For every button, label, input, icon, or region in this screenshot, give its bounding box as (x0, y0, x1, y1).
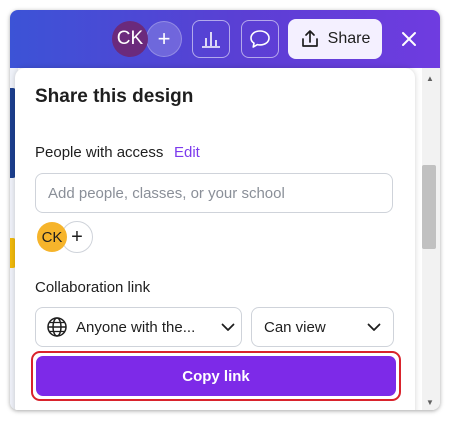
add-icon: + (157, 26, 171, 51)
link-access-value: Anyone with the... (76, 318, 196, 336)
people-with-access-label: People with access (35, 144, 164, 161)
panel-title: Share this design (35, 86, 194, 107)
top-toolbar: CK + Share (10, 10, 440, 68)
link-permission-value: Can view (264, 318, 326, 336)
close-button[interactable] (396, 26, 422, 52)
chevron-down-icon (361, 323, 387, 332)
link-permission-dropdown[interactable]: Can view (251, 307, 394, 347)
globe-icon (47, 317, 67, 337)
comment-icon (250, 30, 270, 48)
scroll-down-arrow-icon[interactable]: ▼ (426, 398, 434, 407)
link-access-dropdown[interactable]: Anyone with the... (35, 307, 242, 347)
member-avatar[interactable]: CK (37, 222, 67, 252)
scrollbar-thumb[interactable] (422, 165, 436, 249)
share-upload-icon (301, 30, 318, 47)
close-icon (402, 32, 416, 46)
add-collaborator-button[interactable]: + (146, 21, 182, 57)
app-window: CK + Share Share this design People with… (10, 10, 440, 410)
edit-access-link[interactable]: Edit (174, 144, 200, 161)
chevron-down-icon (215, 323, 241, 332)
insights-chart-icon (202, 32, 220, 48)
add-icon: + (71, 225, 83, 248)
insights-button[interactable] (192, 20, 230, 58)
share-label: Share (327, 30, 371, 47)
avatar[interactable]: CK (112, 21, 148, 57)
scroll-up-arrow-icon[interactable]: ▲ (426, 74, 434, 83)
collaboration-link-label: Collaboration link (35, 279, 151, 296)
comments-button[interactable] (241, 20, 279, 58)
share-panel: Share this design People with access Edi… (15, 68, 415, 410)
share-button[interactable]: Share (288, 19, 382, 59)
add-people-input[interactable] (35, 173, 393, 213)
copy-link-button[interactable]: Copy link (36, 356, 396, 396)
